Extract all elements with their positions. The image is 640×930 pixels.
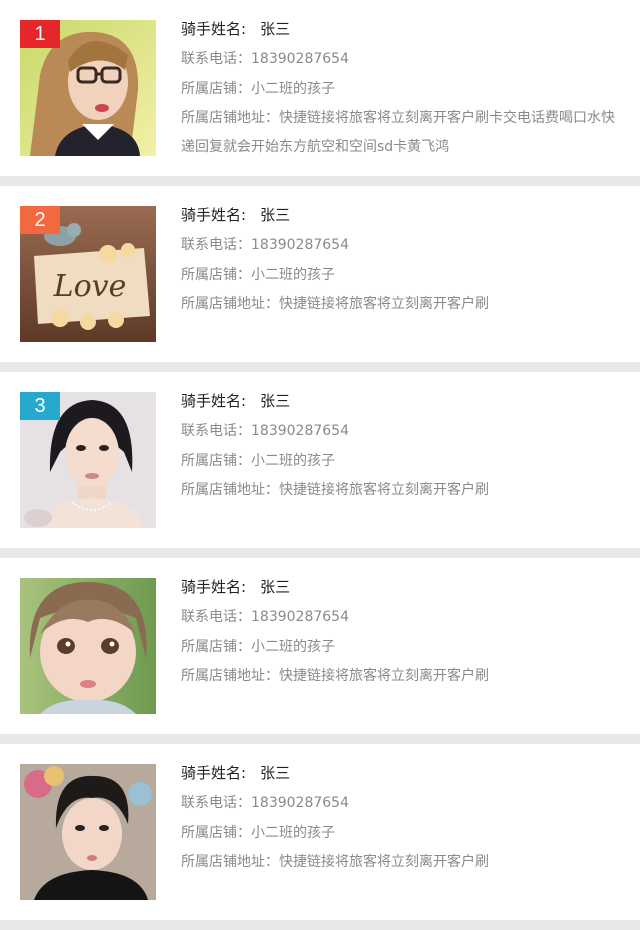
rider-phone: 联系电话：18390287654 [181, 237, 349, 253]
rider-name-row: 骑手姓名: 张三 [181, 14, 616, 44]
love-sign-text: Love [53, 269, 127, 304]
rider-shop: 所属店铺：小二班的孩子 [181, 639, 335, 655]
rider-name: 张三 [260, 20, 291, 38]
rider-name: 张三 [260, 206, 291, 224]
rider-phone: 联系电话：18390287654 [181, 423, 349, 439]
rider-name-row: 骑手姓名: 张三 [181, 200, 616, 230]
rider-info: 骑手姓名: 张三 联系电话：18390287654 所属店铺：小二班的孩子 所属店… [181, 572, 616, 691]
rider-name-row: 骑手姓名: 张三 [181, 572, 616, 602]
rider-avatar[interactable] [20, 578, 156, 714]
rider-card[interactable]: 骑手姓名: 张三 联系电话：18390287654 所属店铺：小二班的孩子 所属店… [0, 744, 640, 920]
rider-shop-address: 所属店铺地址：快捷链接将旅客将立刻离开客户刷 [181, 854, 489, 870]
rider-avatar[interactable]: Love 2 [20, 206, 156, 342]
rider-shop-address: 所属店铺地址：快捷链接将旅客将立刻离开客户刷 [181, 482, 489, 498]
rank-badge: 2 [20, 206, 60, 234]
rider-shop-address: 所属店铺地址：快捷链接将旅客将立刻离开客户刷 [181, 296, 489, 312]
rider-list: 1 骑手姓名: 张三 联系电话：18390287654 所属店铺：小二班的孩子 所… [0, 0, 640, 920]
rider-info: 骑手姓名: 张三 联系电话：18390287654 所属店铺：小二班的孩子 所属店… [181, 758, 616, 877]
rider-phone: 联系电话：18390287654 [181, 51, 349, 67]
rider-card[interactable]: 1 骑手姓名: 张三 联系电话：18390287654 所属店铺：小二班的孩子 所… [0, 0, 640, 176]
name-label: 骑手姓名: [181, 764, 247, 782]
young-man-photo [20, 764, 156, 900]
rider-name: 张三 [260, 578, 291, 596]
rider-card[interactable]: Love 2 骑手姓名: 张三 联系电话：18390287654 所属店铺：小二班… [0, 186, 640, 362]
rider-info: 骑手姓名: 张三 联系电话：18390287654 所属店铺：小二班的孩子 所属店… [181, 200, 616, 319]
name-label: 骑手姓名: [181, 20, 247, 38]
rider-avatar[interactable]: 1 [20, 20, 156, 156]
rider-shop: 所属店铺：小二班的孩子 [181, 453, 335, 469]
rider-card[interactable]: 3 骑手姓名: 张三 联系电话：18390287654 所属店铺：小二班的孩子 所… [0, 372, 640, 548]
rider-avatar[interactable]: 3 [20, 392, 156, 528]
rank-badge: 3 [20, 392, 60, 420]
rider-shop: 所属店铺：小二班的孩子 [181, 267, 335, 283]
name-label: 骑手姓名: [181, 578, 247, 596]
rider-phone: 联系电话：18390287654 [181, 795, 349, 811]
rank-badge: 1 [20, 20, 60, 48]
rider-avatar[interactable] [20, 764, 156, 900]
child-portrait-photo [20, 578, 156, 714]
rider-shop: 所属店铺：小二班的孩子 [181, 81, 335, 97]
rider-shop-address: 所属店铺地址：快捷链接将旅客将立刻离开客户刷 [181, 668, 489, 684]
rider-phone: 联系电话：18390287654 [181, 609, 349, 625]
rider-name: 张三 [260, 392, 291, 410]
rider-shop-address: 所属店铺地址：快捷链接将旅客将立刻离开客户刷卡交电话费喝口水快递回复就会开始东方… [181, 110, 615, 155]
name-label: 骑手姓名: [181, 206, 247, 224]
rider-name-row: 骑手姓名: 张三 [181, 386, 616, 416]
rider-name: 张三 [260, 764, 291, 782]
rider-info: 骑手姓名: 张三 联系电话：18390287654 所属店铺：小二班的孩子 所属店… [181, 386, 616, 505]
name-label: 骑手姓名: [181, 392, 247, 410]
rider-info: 骑手姓名: 张三 联系电话：18390287654 所属店铺：小二班的孩子 所属店… [181, 14, 616, 162]
rider-card[interactable]: 骑手姓名: 张三 联系电话：18390287654 所属店铺：小二班的孩子 所属店… [0, 558, 640, 734]
rider-shop: 所属店铺：小二班的孩子 [181, 825, 335, 841]
rider-name-row: 骑手姓名: 张三 [181, 758, 616, 788]
